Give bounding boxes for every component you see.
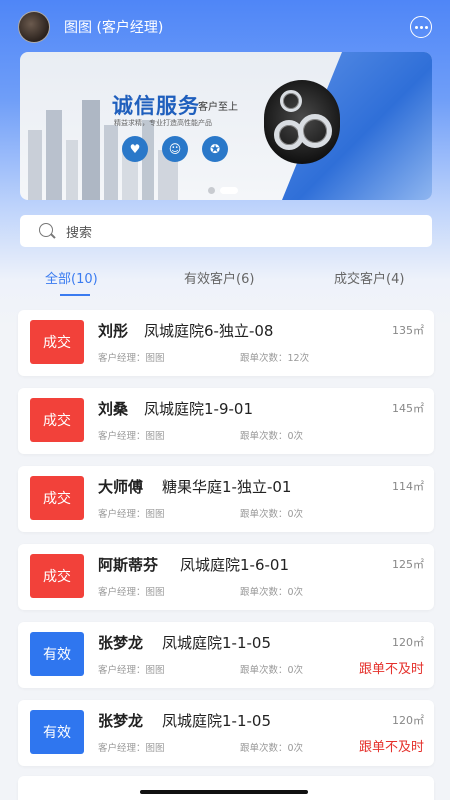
customer-area: 120㎡ [392,636,424,649]
product-image [264,80,340,164]
customer-card[interactable]: 有效 张梦龙 凤城庭院1-1-05 120㎡ 客户经理：图图 跟单次数：0次 跟… [18,622,434,688]
customer-name: 张梦龙 [98,712,144,730]
customer-name: 大师傅 [98,478,144,496]
customer-area: 145㎡ [392,402,424,415]
customer-card[interactable]: 成交 阿斯蒂芬 凤城庭院1-6-01 125㎡ 客户经理：图图 跟单次数：0次 [18,544,434,610]
customer-name: 刘彤 [98,322,129,340]
status-badge: 有效 [30,710,84,754]
promo-banner[interactable]: 诚信服务 客户至上 精益求精，专业打造高性能产品 ♥ ☺ ✪ [20,52,432,200]
more-dots-icon[interactable] [410,16,432,38]
person-icon: ☺ [162,136,188,162]
customer-name: 阿斯蒂芬 [98,556,159,574]
active-tab-indicator [60,294,90,296]
banner-icons: ♥ ☺ ✪ [122,136,228,162]
follow-warning: 跟单不及时 [358,662,424,677]
follow-count: 跟单次数：12次 [240,353,310,364]
customer-area: 135㎡ [392,324,424,337]
customer-card[interactable]: 成交 大师傅 糖果华庭1-独立-01 114㎡ 客户经理：图图 跟单次数：0次 [18,466,434,532]
search-input[interactable]: 搜索 [20,215,432,247]
customer-address: 凤城庭院1-1-05 [162,634,271,652]
customer-name: 刘桑 [98,400,129,418]
header-title: 图图 (客户经理) [64,20,164,36]
tab-all[interactable]: 全部(10) [45,268,98,287]
customer-area: 125㎡ [392,558,424,571]
customer-address: 凤城庭院1-6-01 [180,556,289,574]
customer-area: 114㎡ [392,480,424,493]
customer-area: 120㎡ [392,714,424,727]
follow-count: 跟单次数：0次 [240,431,304,442]
customer-address: 凤城庭院1-1-05 [162,712,271,730]
banner-title: 诚信服务 [112,94,200,118]
follow-count: 跟单次数：0次 [240,743,304,754]
banner-subtitle: 精益求精，专业打造高性能产品 [114,119,212,127]
status-badge: 有效 [30,632,84,676]
carousel-indicator [208,187,238,194]
customer-name: 张梦龙 [98,634,144,652]
customer-card[interactable]: 成交 刘彤 凤城庭院6-独立-08 135㎡ 客户经理：图图 跟单次数：12次 [18,310,434,376]
banner-tag: 客户至上 [198,102,238,113]
avatar[interactable] [18,11,50,43]
follow-count: 跟单次数：0次 [240,587,304,598]
search-icon [38,222,56,240]
medal-icon: ✪ [202,136,228,162]
customer-manager: 客户经理：图图 [98,431,165,442]
customer-manager: 客户经理：图图 [98,353,165,364]
follow-count: 跟单次数：0次 [240,665,304,676]
customer-manager: 客户经理：图图 [98,665,165,676]
follow-warning: 跟单不及时 [358,740,424,755]
status-badge: 成交 [30,554,84,598]
customer-address: 凤城庭院6-独立-08 [144,322,274,340]
customer-card-partial[interactable] [18,776,434,800]
status-badge: 成交 [30,320,84,364]
customer-address: 糖果华庭1-独立-01 [162,478,292,496]
heart-icon: ♥ [122,136,148,162]
top-bar: 图图 (客户经理) [0,8,450,46]
customer-address: 凤城庭院1-9-01 [144,400,253,418]
customer-manager: 客户经理：图图 [98,743,165,754]
home-indicator[interactable] [140,790,308,794]
search-placeholder: 搜索 [66,225,93,241]
tab-valid-customers[interactable]: 有效客户(6) [184,268,254,287]
customer-card[interactable]: 成交 刘桑 凤城庭院1-9-01 145㎡ 客户经理：图图 跟单次数：0次 [18,388,434,454]
tab-deal-customers[interactable]: 成交客户(4) [334,268,404,287]
customer-card[interactable]: 有效 张梦龙 凤城庭院1-1-05 120㎡ 客户经理：图图 跟单次数：0次 跟… [18,700,434,766]
customer-tabs: 全部(10) 有效客户(6) 成交客户(4) [0,262,450,302]
follow-count: 跟单次数：0次 [240,509,304,520]
status-badge: 成交 [30,398,84,442]
customer-manager: 客户经理：图图 [98,587,165,598]
status-badge: 成交 [30,476,84,520]
customer-manager: 客户经理：图图 [98,509,165,520]
